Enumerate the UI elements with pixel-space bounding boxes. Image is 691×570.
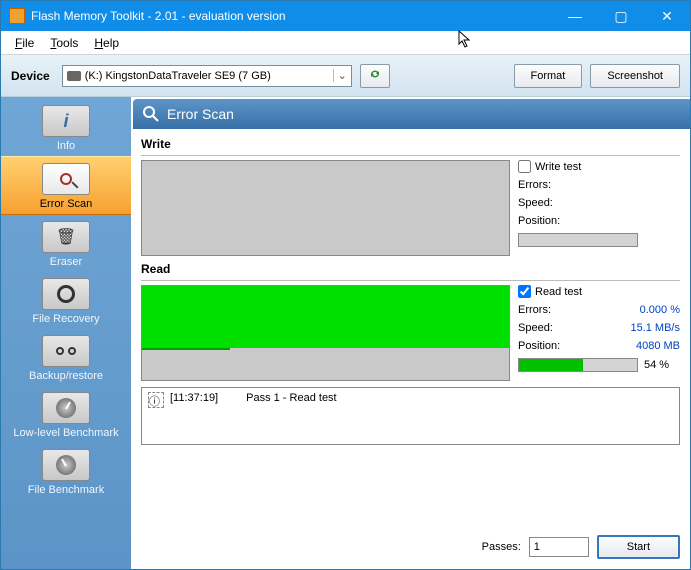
recovery-icon [42,278,90,310]
read-graph [141,285,510,381]
info-icon: i [42,105,90,137]
close-button[interactable]: ✕ [644,1,690,31]
write-stats: Write test Errors: Speed: Position: [518,160,680,256]
screenshot-button[interactable]: Screenshot [590,64,680,88]
sidebar-item-filebench[interactable]: File Benchmark [1,443,131,500]
read-title: Read [141,262,680,276]
device-toolbar: Device (K:) KingstonDataTraveler SE9 (7 … [1,55,690,97]
sidebar: i Info Error Scan 🗑 Eraser File Recovery… [1,97,131,569]
start-button[interactable]: Start [597,535,680,559]
app-icon [9,8,25,24]
sidebar-item-label: Error Scan [40,198,93,210]
tape-icon [42,335,90,367]
footer: Passes: Start [131,529,690,569]
sidebar-item-error-scan[interactable]: Error Scan [1,156,131,215]
read-errors-label: Errors: [518,304,551,316]
log-box: ⓘ [11:37:19] Pass 1 - Read test [141,387,680,445]
info-bubble-icon: ⓘ [148,392,164,408]
format-button[interactable]: Format [514,64,583,88]
titlebar: Flash Memory Toolkit - 2.01 - evaluation… [1,1,690,31]
menu-tools[interactable]: Tools [42,33,86,53]
read-position-value: 4080 MB [636,340,680,352]
log-time: [11:37:19] [170,392,218,404]
gauge-icon [42,449,90,481]
sidebar-item-info[interactable]: i Info [1,99,131,156]
menu-file[interactable]: File [7,33,42,53]
passes-label: Passes: [482,541,521,553]
sidebar-item-backup[interactable]: Backup/restore [1,329,131,386]
sidebar-item-label: Backup/restore [29,370,103,382]
magnify-icon [141,104,161,124]
read-progress-bar [518,358,638,372]
menu-help[interactable]: Help [86,33,127,53]
write-speed-label: Speed: [518,197,553,209]
write-graph [141,160,510,256]
read-test-checkbox[interactable]: Read test [518,285,680,298]
write-position-label: Position: [518,215,560,227]
device-selected-text: (K:) KingstonDataTraveler SE9 (7 GB) [85,70,271,82]
write-test-checkbox[interactable]: Write test [518,160,680,173]
page-header: Error Scan [133,99,690,129]
sidebar-item-file-recovery[interactable]: File Recovery [1,272,131,329]
passes-input[interactable] [529,537,589,557]
content: Error Scan Write Write test Errors: Spee… [131,97,690,569]
divider [141,280,680,281]
maximize-button[interactable]: ▢ [598,1,644,31]
page-title: Error Scan [167,106,234,122]
write-title: Write [141,137,680,151]
trash-icon: 🗑 [42,221,90,253]
read-progress-pct: 54 % [644,359,669,371]
read-speed-label: Speed: [518,322,553,334]
gauge-icon [42,392,90,424]
minimize-button[interactable]: — [552,1,598,31]
write-errors-label: Errors: [518,179,551,191]
chevron-down-icon: ⌄ [333,69,351,82]
magnify-icon [42,163,90,195]
sidebar-item-lowlevel[interactable]: Low-level Benchmark [1,386,131,443]
read-stats: Read test Errors: 0.000 % Speed: 15.1 MB/s… [518,285,680,381]
write-position-bar [518,233,638,247]
sidebar-item-label: Info [57,140,75,152]
refresh-icon [368,67,382,81]
sidebar-item-label: Low-level Benchmark [13,427,118,439]
window-title: Flash Memory Toolkit - 2.01 - evaluation… [31,9,552,23]
divider [141,155,680,156]
menubar: File Tools Help [1,31,690,55]
sidebar-item-label: Eraser [50,256,82,268]
read-position-label: Position: [518,340,560,352]
drive-icon [67,71,81,81]
device-label: Device [11,69,50,83]
read-speed-value: 15.1 MB/s [630,322,680,334]
device-select[interactable]: (K:) KingstonDataTraveler SE9 (7 GB) ⌄ [62,65,352,87]
log-text: Pass 1 - Read test [246,392,337,404]
sidebar-item-label: File Benchmark [28,484,104,496]
sidebar-item-eraser[interactable]: 🗑 Eraser [1,215,131,272]
read-errors-value: 0.000 % [640,304,680,316]
sidebar-item-label: File Recovery [32,313,99,325]
refresh-button[interactable] [360,64,390,88]
